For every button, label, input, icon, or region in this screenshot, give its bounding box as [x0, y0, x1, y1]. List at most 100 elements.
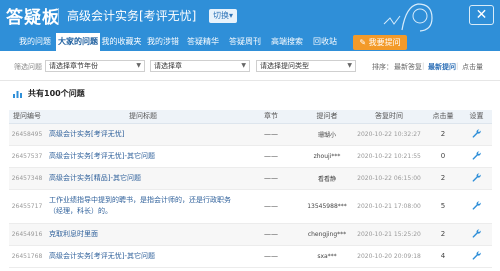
- row-title-link[interactable]: 高级会计实务[考评无忧]-其它问题: [45, 145, 241, 168]
- nav-item-essentials[interactable]: 答疑精华: [183, 33, 223, 51]
- row-chapter: ——: [241, 145, 301, 168]
- nav-item-weekly[interactable]: 答疑周刊: [223, 33, 267, 51]
- header-bar: 答疑板 高级会计实务[考评无忧] 切换▾ ✕: [0, 0, 500, 33]
- chapter-year-select-value: 请选择章节年份: [49, 62, 98, 70]
- sort-latest-reply[interactable]: 最新答复: [394, 62, 422, 72]
- sort-divider: |: [456, 62, 459, 70]
- row-asker: 珊瑚小: [301, 123, 353, 146]
- row-chapter: ——: [241, 167, 301, 190]
- nav-item-my-errors[interactable]: 我的涉错: [143, 33, 183, 51]
- row-reply-time: 2020-10-22 10:32:27: [353, 123, 425, 146]
- wrench-icon[interactable]: [472, 250, 481, 260]
- sort-label: 排序：: [372, 63, 393, 71]
- table-row[interactable]: 26457348 高级会计实务[精品]-其它问题 —— 看看静 2020-10-…: [9, 167, 492, 190]
- row-reply-time: 2020-10-22 10:21:55: [353, 145, 425, 168]
- brand-logo[interactable]: 答疑板: [6, 3, 60, 28]
- row-clicks: 2: [425, 123, 461, 146]
- row-clicks: 2: [425, 223, 461, 246]
- chevron-down-icon: ▼: [136, 62, 141, 69]
- chevron-down-icon: ▼: [241, 62, 246, 69]
- row-settings[interactable]: [461, 145, 492, 168]
- header-settings: 设置: [461, 110, 492, 124]
- row-settings[interactable]: [461, 167, 492, 190]
- nav-item-recycle-bin[interactable]: 回收站: [307, 33, 343, 51]
- table-row[interactable]: 26455717 工作业绩指导中提到的聘书，是指会计师的，还是行政职务（经理，科…: [9, 189, 492, 224]
- course-title: 高级会计实务[考评无忧]: [67, 9, 197, 23]
- table-row[interactable]: 26454916 克取利息时里面 —— chengjing*** 2020-10…: [9, 223, 492, 246]
- row-id: 26451768: [9, 245, 45, 268]
- row-reply-time: 2020-10-21 17:08:00: [353, 189, 425, 224]
- row-id: 26457537: [9, 145, 45, 168]
- nav-item-all-questions[interactable]: 大家的问题: [56, 33, 100, 51]
- row-asker: 看看静: [301, 167, 353, 190]
- wrench-icon[interactable]: [472, 150, 481, 160]
- row-clicks: 5: [425, 189, 461, 224]
- row-chapter: ——: [241, 223, 301, 246]
- row-title-link[interactable]: 高级会计实务[精品]-其它问题: [45, 167, 241, 190]
- row-reply-time: 2020-10-21 15:25:20: [353, 223, 425, 246]
- row-asker: sxa***: [301, 245, 353, 268]
- header-asker: 提问者: [301, 110, 353, 124]
- table-row[interactable]: 26457537 高级会计实务[考评无忧]-其它问题 —— zhouji*** …: [9, 145, 492, 168]
- chapter-select[interactable]: 请选择章 ▼: [150, 60, 250, 72]
- row-reply-time: 2020-10-20 20:09:18: [353, 245, 425, 268]
- row-asker: chengjing***: [301, 223, 353, 246]
- ask-question-label: 我要提问: [368, 38, 401, 47]
- table-row[interactable]: 26451768 高级会计实务[考评无忧]-其它问题 —— sxa*** 202…: [9, 245, 492, 268]
- chapter-select-value: 请选择章: [154, 62, 182, 70]
- decoration-illustration-icon: [383, 3, 433, 32]
- questions-table: 提问编号 提问标题 章节 提问者 答复时间 点击量 设置 26458495 高级…: [9, 110, 492, 268]
- nav-item-my-questions[interactable]: 我的问题: [14, 33, 56, 51]
- filter-label: 筛选问题: [14, 63, 42, 71]
- row-title-link[interactable]: 高级会计实务[考评无忧]: [45, 123, 241, 146]
- row-id: 26457348: [9, 167, 45, 190]
- row-title-link[interactable]: 高级会计实务[考评无忧]-其它问题: [45, 245, 241, 268]
- filter-bar: 筛选问题 请选择章节年份 ▼ 请选择章 ▼ 请选择提问类型 ▼ 排序： 最新答复…: [0, 51, 500, 81]
- chapter-year-select[interactable]: 请选择章节年份 ▼: [45, 60, 145, 72]
- header-reply-time: 答复时间: [353, 110, 425, 124]
- sort-latest-question[interactable]: 最新提问: [428, 62, 456, 72]
- question-count: 共有100个问题: [28, 89, 85, 98]
- row-chapter: ——: [241, 123, 301, 146]
- header-id: 提问编号: [9, 110, 45, 124]
- row-id: 26458495: [9, 123, 45, 146]
- row-title-link[interactable]: 工作业绩指导中提到的聘书，是指会计师的，还是行政职务（经理，科长）的。: [45, 189, 241, 224]
- row-settings[interactable]: [461, 223, 492, 246]
- row-chapter: ——: [241, 245, 301, 268]
- header-chapter: 章节: [241, 110, 301, 124]
- row-settings[interactable]: [461, 189, 492, 224]
- sort-clicks[interactable]: 点击量: [462, 62, 483, 72]
- question-type-select[interactable]: 请选择提问类型 ▼: [256, 60, 356, 72]
- header-clicks: 点击量: [425, 110, 461, 124]
- row-title-link[interactable]: 克取利息时里面: [45, 223, 241, 246]
- wrench-icon[interactable]: [472, 200, 481, 210]
- row-reply-time: 2020-10-22 06:15:00: [353, 167, 425, 190]
- row-settings[interactable]: [461, 123, 492, 146]
- brand-divider: [58, 8, 59, 25]
- chevron-down-icon: ▼: [347, 62, 352, 69]
- row-clicks: 4: [425, 245, 461, 268]
- row-id: 26455717: [9, 189, 45, 224]
- row-clicks: 0: [425, 145, 461, 168]
- row-asker: 13545988***: [301, 189, 353, 224]
- main-nav: 我的问题 大家的问题 我的收藏夹 我的涉错 答疑精华 答疑周刊 高端搜索 回收站…: [0, 33, 500, 51]
- ask-question-button[interactable]: ✎ 我要提问: [353, 35, 407, 50]
- nav-item-favorites[interactable]: 我的收藏夹: [100, 33, 143, 51]
- wrench-icon[interactable]: [472, 172, 481, 182]
- row-clicks: 2: [425, 167, 461, 190]
- row-chapter: ——: [241, 189, 301, 224]
- question-type-select-value: 请选择提问类型: [260, 62, 309, 70]
- row-id: 26454916: [9, 223, 45, 246]
- row-asker: zhouji***: [301, 145, 353, 168]
- table-row[interactable]: 26458495 高级会计实务[考评无忧] —— 珊瑚小 2020-10-22 …: [9, 123, 492, 146]
- nav-item-advanced-search[interactable]: 高端搜索: [267, 33, 307, 51]
- bar-chart-icon: [13, 91, 22, 98]
- header-title: 提问标题: [45, 110, 241, 124]
- close-icon[interactable]: ✕: [469, 5, 494, 25]
- table-header-row: 提问编号 提问标题 章节 提问者 答复时间 点击量 设置: [9, 110, 492, 124]
- sort-divider: |: [422, 62, 425, 70]
- row-settings[interactable]: [461, 245, 492, 268]
- wrench-icon[interactable]: [472, 228, 481, 238]
- switch-course-button[interactable]: 切换▾: [209, 9, 238, 23]
- wrench-icon[interactable]: [472, 128, 481, 138]
